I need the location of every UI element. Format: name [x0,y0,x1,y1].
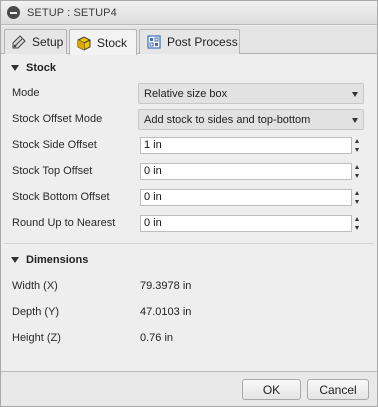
dialog-title: SETUP : SETUP4 [27,6,117,19]
step-down-icon[interactable] [355,174,359,178]
side-offset-stepper[interactable] [354,137,362,154]
step-up-icon[interactable] [355,191,359,195]
tab-stock-label: Stock [97,35,128,50]
depth-value: 47.0103 in [140,306,192,318]
stock-section-title: Stock [26,62,56,74]
setup-dialog: SETUP : SETUP4 Setup Stock Post Process … [0,0,378,407]
offset-mode-value: Add stock to sides and top-bottom [144,113,311,126]
chevron-down-icon [352,92,358,97]
step-down-icon[interactable] [355,148,359,152]
top-offset-stepper[interactable] [354,163,362,180]
dimensions-section-header[interactable]: Dimensions [11,254,88,266]
mode-value: Relative size box [144,87,228,100]
tab-post-process[interactable]: Post Process [139,29,240,54]
depth-label: Depth (Y) [12,306,60,318]
setup-icon [12,35,26,49]
round-up-label: Round Up to Nearest [12,217,116,229]
section-divider [4,243,374,244]
tab-setup[interactable]: Setup [4,29,67,54]
tab-setup-label: Setup [32,35,64,49]
cancel-button[interactable]: Cancel [307,379,369,400]
round-up-stepper[interactable] [354,215,362,232]
collapse-triangle-icon[interactable] [11,257,19,263]
width-label: Width (X) [12,280,58,292]
collapse-triangle-icon[interactable] [11,65,19,71]
bottom-offset-stepper[interactable] [354,189,362,206]
top-offset-input[interactable]: 0 in [140,163,352,180]
top-offset-label: Stock Top Offset [12,165,93,177]
bottom-offset-label: Stock Bottom Offset [12,191,110,203]
side-offset-input[interactable]: 1 in [140,137,352,154]
bottom-offset-input[interactable]: 0 in [140,189,352,206]
step-down-icon[interactable] [355,200,359,204]
mode-label: Mode [12,87,40,99]
side-offset-label: Stock Side Offset [12,139,97,151]
stock-box-icon [77,35,91,51]
width-value: 79.3978 in [140,280,192,292]
collapse-icon[interactable] [7,6,20,19]
mode-dropdown[interactable]: Relative size box [138,83,364,104]
step-up-icon[interactable] [355,165,359,169]
post-process-icon [147,35,161,49]
height-value: 0.76 in [140,332,174,344]
stock-section-header[interactable]: Stock [11,62,56,74]
tab-bar: Setup Stock Post Process [1,26,377,55]
title-bar[interactable]: SETUP : SETUP4 [1,1,377,25]
step-up-icon[interactable] [355,139,359,143]
dimensions-section-title: Dimensions [26,254,89,266]
round-up-input[interactable]: 0 in [140,215,352,232]
step-down-icon[interactable] [355,226,359,230]
chevron-down-icon [352,118,358,123]
dialog-footer: OK Cancel [1,371,377,406]
tab-post-process-label: Post Process [167,35,238,49]
offset-mode-dropdown[interactable]: Add stock to sides and top-bottom [138,109,364,130]
offset-mode-label: Stock Offset Mode [12,113,103,125]
step-up-icon[interactable] [355,217,359,221]
tab-stock[interactable]: Stock [69,29,137,55]
ok-button[interactable]: OK [242,379,301,400]
height-label: Height (Z) [12,332,61,344]
